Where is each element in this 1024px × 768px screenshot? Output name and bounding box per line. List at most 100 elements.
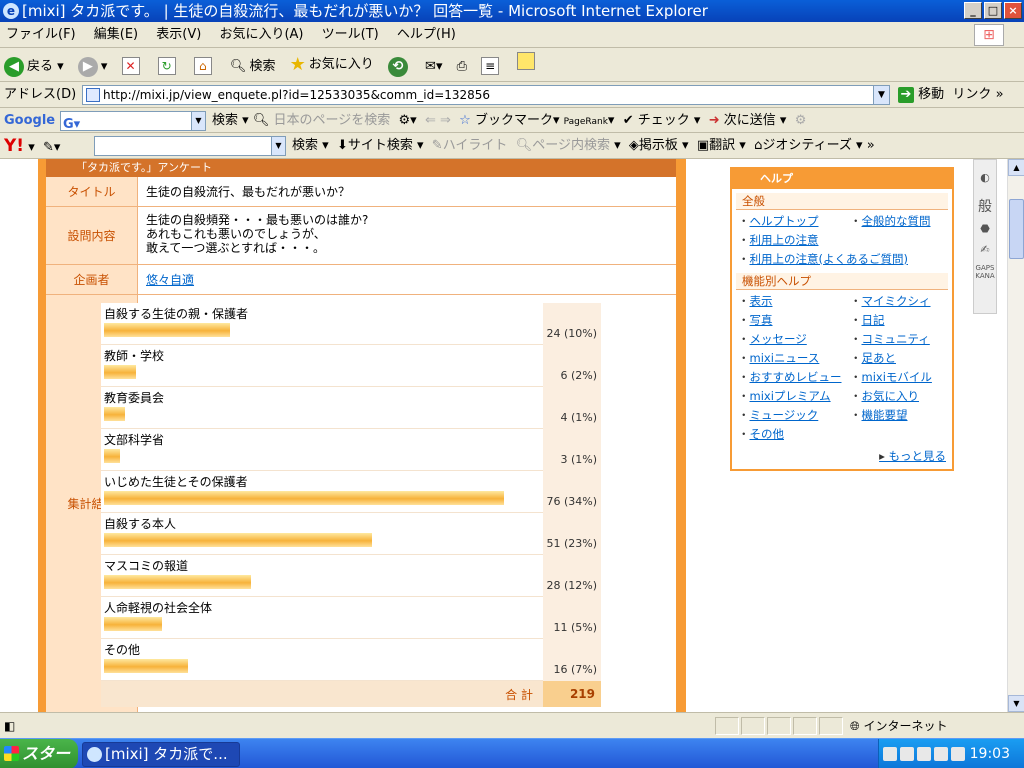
yahoo-logo[interactable]: Y! xyxy=(4,136,24,156)
geocities-button[interactable]: ⌂ジオシティーズ xyxy=(750,138,852,153)
links-button[interactable]: リンク xyxy=(952,87,991,102)
help-link[interactable]: メッセージ xyxy=(738,330,850,349)
scroll-down-icon[interactable]: ▼ xyxy=(1008,695,1024,712)
note-button[interactable] xyxy=(517,52,539,70)
scroll-thumb[interactable] xyxy=(1009,199,1024,259)
help-link[interactable]: その他 xyxy=(738,425,850,444)
result-name: その他 xyxy=(104,643,141,657)
help-link[interactable]: おすすめレビュー xyxy=(738,368,850,387)
scroll-up-icon[interactable]: ▲ xyxy=(1008,159,1024,176)
home-button[interactable]: ⌂ xyxy=(193,57,216,75)
author-link[interactable]: 悠々自適 xyxy=(146,273,194,287)
forward-button[interactable]: ▶ ▾ xyxy=(77,50,107,81)
more-link[interactable]: ▸ もっと見る xyxy=(879,448,946,464)
question-label: 設問内容 xyxy=(46,207,138,265)
help-link[interactable]: マイミクシィ xyxy=(850,292,954,311)
help-link[interactable]: 写真 xyxy=(738,311,850,330)
taskbar: スタート [mixi] タカ派で... 19:03 xyxy=(0,738,1024,768)
prev-next-icon[interactable]: ⇐ ⇒ xyxy=(421,113,451,128)
ime-tool-icon[interactable]: ⬣ xyxy=(974,222,996,235)
google-logo[interactable]: Google xyxy=(4,113,55,128)
help-link[interactable]: 機能要望 xyxy=(850,406,954,425)
help-link[interactable]: コミュニティ xyxy=(850,330,954,349)
go-button[interactable]: ➔ 移動 xyxy=(898,87,944,103)
google-dropdown-icon[interactable]: ▼ xyxy=(191,112,205,130)
minimize-button[interactable]: _ xyxy=(964,2,982,19)
favorites-button[interactable]: ★ お気に入り xyxy=(290,48,374,81)
mail-button[interactable]: ✉ ▾ xyxy=(425,50,442,81)
maximize-button[interactable]: □ xyxy=(984,2,1002,19)
ime-pen-icon[interactable]: ✍ xyxy=(974,243,996,256)
taskbar-ie-window[interactable]: [mixi] タカ派で... xyxy=(82,742,240,767)
help-link[interactable]: 表示 xyxy=(738,292,850,311)
stop-button[interactable]: ✕ xyxy=(121,57,144,75)
question-line: 敢えて一つ選ぶとすれば・・・。 xyxy=(146,241,326,255)
ime-icon[interactable]: ◐ xyxy=(974,160,996,196)
ie-window: e [mixi] タカ派です。 | 生徒の自殺流行、最もだれが悪いか？ 回答一覧… xyxy=(0,0,1024,768)
help-link[interactable]: mixiニュース xyxy=(738,349,850,368)
check-button[interactable]: チェック xyxy=(638,113,690,128)
back-button[interactable]: ◀ 戻る ▾ xyxy=(4,50,64,81)
search-button[interactable]: 🔍︎ 検索 xyxy=(230,50,276,81)
settings-icon[interactable]: ⚙ xyxy=(791,113,807,128)
address-dropdown-icon[interactable]: ▼ xyxy=(873,86,889,104)
highlight-button[interactable]: ✎ハイライト xyxy=(428,138,508,153)
print-button[interactable]: ⎙ xyxy=(457,50,467,81)
tray-icon[interactable] xyxy=(900,747,914,761)
help-link[interactable]: 全般的な質問 xyxy=(850,212,954,231)
help-link[interactable]: 日記 xyxy=(850,311,954,330)
tray-icon[interactable] xyxy=(934,747,948,761)
edit-button[interactable]: ≡ xyxy=(481,57,503,75)
help-link[interactable]: 利用上の注意(よくあるご質問) xyxy=(738,250,954,269)
help-link[interactable]: mixiモバイル xyxy=(850,368,954,387)
pen-icon[interactable]: ✎▾ xyxy=(39,140,60,155)
start-button[interactable]: スタート xyxy=(0,739,78,768)
tray-icon[interactable] xyxy=(951,747,965,761)
total-value: 219 xyxy=(543,681,601,707)
site-search-button[interactable]: ⬇サイト検索 xyxy=(333,138,413,153)
help-link[interactable]: ミュージック xyxy=(738,406,850,425)
help-feature-label: 機能別ヘルプ xyxy=(736,273,948,290)
vertical-scrollbar[interactable]: ▲ ▼ xyxy=(1007,159,1024,712)
bookmarks-button[interactable]: ブックマーク xyxy=(475,113,553,128)
help-feature-links: 表示マイミクシィ写真日記メッセージコミュニティmixiニュース足あとおすすめレビ… xyxy=(732,290,952,444)
yahoo-search-input[interactable]: ▼ xyxy=(94,136,286,156)
menu-tools[interactable]: ツール(T) xyxy=(322,27,379,42)
send-to-button[interactable]: 次に送信 xyxy=(724,113,776,128)
yahoo-search-button[interactable]: 検索 xyxy=(292,138,318,153)
windows-flag-icon xyxy=(4,746,19,761)
pagerank-indicator[interactable]: PageRank xyxy=(564,117,608,127)
close-button[interactable]: × xyxy=(1004,2,1022,19)
translate-button[interactable]: ▣翻訳 xyxy=(693,138,735,153)
menu-edit[interactable]: 編集(E) xyxy=(94,27,138,42)
tray-icon[interactable] xyxy=(883,747,897,761)
menu-file[interactable]: ファイル(F) xyxy=(6,27,76,42)
help-link[interactable]: mixiプレミアム xyxy=(738,387,850,406)
popup-blocker-icon[interactable]: ⚙▾ xyxy=(394,113,416,128)
result-row: 教師・学校 6 (2%) xyxy=(101,345,601,387)
google-search-button[interactable]: 検索 xyxy=(212,113,238,128)
in-page-search-button[interactable]: 🔍︎ページ内検索 xyxy=(512,138,610,153)
refresh-button[interactable]: ↻ xyxy=(157,57,180,75)
title-bar[interactable]: e [mixi] タカ派です。 | 生徒の自殺流行、最もだれが悪いか？ 回答一覧… xyxy=(0,0,1024,22)
menu-view[interactable]: 表示(V) xyxy=(156,27,201,42)
tray-icon[interactable] xyxy=(917,747,931,761)
address-input[interactable]: http://mixi.jp/view_enquete.pl?id=125330… xyxy=(82,85,890,105)
google-search-icon[interactable]: 🔍︎ xyxy=(253,113,270,128)
author-row: 企画者 悠々自適 xyxy=(46,265,676,295)
help-link[interactable]: 利用上の注意 xyxy=(738,231,850,250)
result-name: 文部科学省 xyxy=(104,433,165,447)
yahoo-dropdown-icon[interactable]: ▼ xyxy=(271,137,285,155)
google-search-input[interactable]: G▾ ▼ xyxy=(60,111,206,132)
title-row: タイトル 生徒の自殺流行、最もだれが悪いか？ xyxy=(46,177,676,207)
clock[interactable]: 19:03 xyxy=(970,739,1010,768)
help-link[interactable]: お気に入り xyxy=(850,387,954,406)
menu-favorites[interactable]: お気に入り(A) xyxy=(219,27,303,42)
help-link[interactable]: ヘルプトップ xyxy=(738,212,850,231)
google-japanese-pages-button[interactable]: 日本のページを検索 xyxy=(273,113,390,128)
menu-help[interactable]: ヘルプ(H) xyxy=(397,27,456,42)
ime-side-panel[interactable]: ◐ 般 ⬣ ✍ GAPS KANA xyxy=(973,159,997,314)
help-link[interactable]: 足あと xyxy=(850,349,954,368)
board-button[interactable]: ◈掲示板 xyxy=(625,138,678,153)
history-button[interactable]: ⟲ xyxy=(387,57,411,77)
